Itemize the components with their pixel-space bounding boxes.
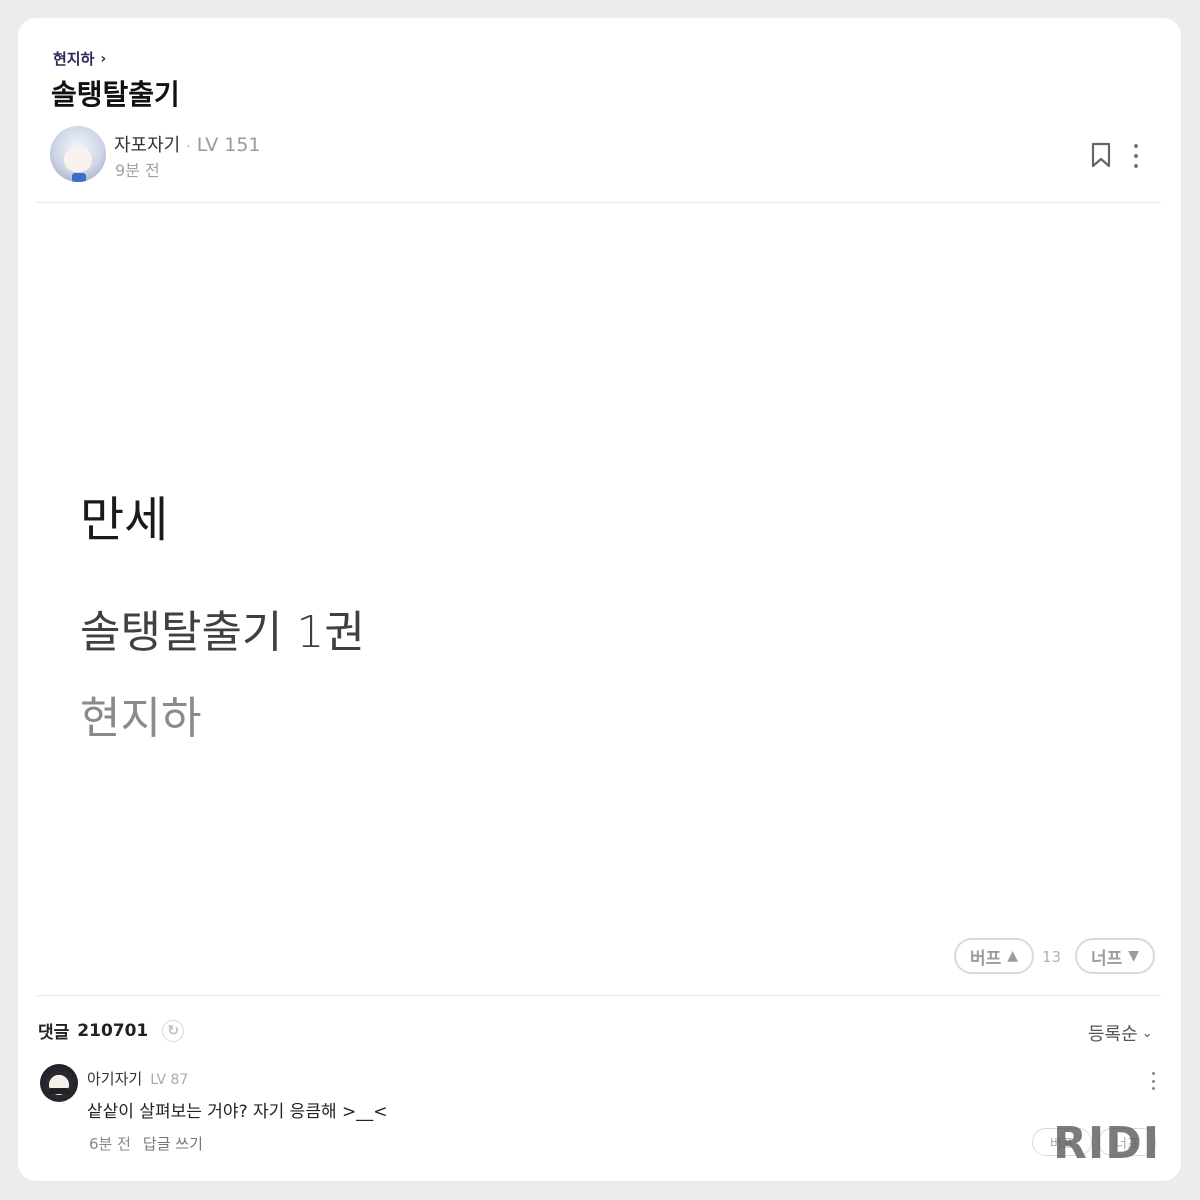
more-options-icon[interactable] (1126, 142, 1146, 170)
comment-author-info: 아기자기 LV 87 (87, 1068, 188, 1089)
sort-select[interactable]: 등록순 ⌄ (1088, 1020, 1153, 1046)
comment-header: 댓글 210701 ↻ (38, 1018, 185, 1043)
header-divider (36, 202, 1161, 203)
buff-button[interactable]: 버프 ▲ (954, 938, 1034, 974)
comment-more-icon[interactable] (1148, 1072, 1158, 1090)
author-name[interactable]: 자포자기 (114, 131, 180, 157)
content-divider (36, 995, 1161, 996)
breadcrumb-author[interactable]: 현지하 (53, 48, 94, 69)
comment-time: 6분 전 (89, 1135, 131, 1153)
bookmark-icon[interactable] (1090, 142, 1112, 168)
reaction-count: 13 (1042, 948, 1062, 966)
author-avatar[interactable] (50, 126, 106, 182)
buff-label: 버프 (969, 948, 1002, 969)
nerf-button[interactable]: 너프 ▼ (1075, 938, 1155, 974)
post-card: 현지하 › 솔탱탈출기 자포자기 · LV 151 9분 전 만세 솔탱탈출기 … (18, 18, 1181, 1181)
separator-dot: · (186, 139, 191, 155)
comment-label: 댓글 (38, 1023, 70, 1043)
refresh-icon[interactable]: ↻ (162, 1019, 185, 1042)
post-title: 솔탱탈출기 (51, 78, 180, 111)
comment-avatar[interactable] (40, 1064, 78, 1102)
breadcrumb[interactable]: 현지하 › (53, 48, 106, 69)
comment-author[interactable]: 아기자기 (87, 1068, 142, 1089)
comment-meta: 6분 전 답글 쓰기 (89, 1133, 203, 1154)
chevron-down-icon: ⌄ (1141, 1025, 1153, 1041)
content-line-1: 만세 (80, 492, 169, 548)
ridi-watermark: RIDI (1053, 1118, 1161, 1169)
nerf-label: 너프 (1090, 948, 1123, 969)
comment-author-level: LV 87 (150, 1072, 189, 1088)
arrow-down-icon: ▼ (1128, 948, 1140, 964)
author-level: LV 151 (196, 134, 261, 156)
chevron-right-icon: › (100, 50, 107, 67)
content-line-2: 솔탱탈출기 1권 (80, 607, 365, 658)
reply-button[interactable]: 답글 쓰기 (143, 1133, 203, 1154)
post-time: 9분 전 (115, 161, 160, 180)
comment-text: 샅샅이 살펴보는 거야? 자기 응큼해 >__< (87, 1102, 388, 1122)
author-info: 자포자기 · LV 151 (114, 131, 261, 157)
content-line-3: 현지하 (80, 693, 202, 744)
comment-count: 210701 (77, 1020, 149, 1041)
arrow-up-icon: ▲ (1007, 948, 1019, 964)
sort-label: 등록순 (1088, 1024, 1138, 1045)
